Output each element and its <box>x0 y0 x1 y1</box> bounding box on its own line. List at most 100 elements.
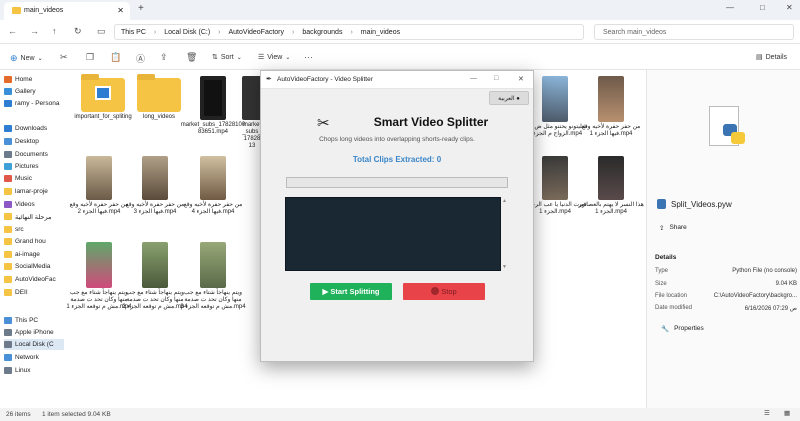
file-item-video[interactable]: هذا النسر لا يهتم بالعصافير الجزء 1.mp4 <box>578 156 644 216</box>
sidebar-item-label: مرحلة النهائية <box>15 213 52 221</box>
breadcrumb-this-pc[interactable]: This PC <box>121 29 146 36</box>
video-thumbnail <box>542 156 568 200</box>
log-output[interactable] <box>285 197 501 271</box>
sidebar-item[interactable]: Downloads <box>4 123 64 134</box>
sidebar-item[interactable]: Network <box>4 352 64 363</box>
breadcrumb-main-videos[interactable]: main_videos <box>361 29 400 36</box>
details-section-title: Details <box>655 254 677 261</box>
sidebar-item-icon <box>4 76 12 83</box>
sidebar-item-label: Pictures <box>15 163 39 170</box>
video-thumbnail <box>86 242 112 288</box>
breadcrumb-backgrounds[interactable]: backgrounds <box>302 29 342 36</box>
sidebar-item-icon <box>4 213 12 220</box>
refresh-icon[interactable]: ↻ <box>74 26 82 37</box>
command-bar: ⊕ New ⌄ ✂ ❐ 📋 Ⓐ ⇪ 🗑 ⇅ Sort ⌄ ☰ View ⌄ ··… <box>0 44 800 70</box>
sidebar-item[interactable]: Desktop <box>4 136 64 147</box>
sidebar-item-label: ramy - Persona <box>15 100 60 107</box>
breadcrumb-autovideofactory[interactable]: AutoVideoFactory <box>229 29 285 36</box>
scroll-up-icon[interactable]: ▲ <box>502 198 507 204</box>
more-options-icon[interactable]: ··· <box>304 52 313 62</box>
tab-label: main_videos <box>24 7 64 14</box>
log-scrollbar[interactable]: ▲ ▼ <box>501 197 509 271</box>
sort-button[interactable]: ⇅ Sort ⌄ <box>212 53 242 62</box>
tab-main-videos[interactable]: main_videos ✕ <box>4 2 130 20</box>
maximize-button[interactable]: □ <box>760 3 765 12</box>
file-item-video[interactable]: market_subs_1782813 <box>242 76 262 150</box>
video-thumbnail <box>142 242 168 288</box>
copy-icon[interactable]: ❐ <box>86 52 94 63</box>
new-tab-button[interactable]: + <box>138 3 144 14</box>
properties-button[interactable]: 🔧 Properties <box>661 325 704 333</box>
rename-icon[interactable]: Ⓐ <box>136 52 145 65</box>
sidebar-item[interactable]: Music <box>4 173 64 184</box>
sidebar-item[interactable]: This PC <box>4 315 64 326</box>
file-item-video[interactable]: ويتم ينهاجأ شتاء مع جب منها وكان تحد ت ص… <box>122 242 188 311</box>
cut-icon[interactable]: ✂ <box>60 52 68 63</box>
sidebar-item-label: Downloads <box>15 125 48 132</box>
search-input[interactable]: Search main_videos <box>594 24 794 40</box>
sidebar-item[interactable]: Home <box>4 74 64 85</box>
sidebar-item[interactable]: DEII <box>4 287 64 298</box>
chevron-right-icon: › <box>292 28 295 36</box>
maximize-button[interactable]: □ <box>494 75 498 82</box>
sidebar-item[interactable]: ramy - Persona <box>4 98 64 109</box>
app-heading: Smart Video Splitter <box>373 115 489 129</box>
document-overlay-icon <box>95 86 111 100</box>
scroll-down-icon[interactable]: ▼ <box>502 264 507 270</box>
file-item-video[interactable]: من حفر حفرة لأخيه وقع فيها الجزء 1.mp4 <box>578 76 644 138</box>
language-toggle-button[interactable]: العربية ● <box>489 91 529 105</box>
breadcrumb-local-disk[interactable]: Local Disk (C:) <box>164 29 210 36</box>
minimize-button[interactable]: — <box>470 75 477 82</box>
sidebar-item[interactable]: Apple iPhone <box>4 327 64 338</box>
list-view-icon[interactable]: ☰ <box>764 409 770 417</box>
close-tab-icon[interactable]: ✕ <box>117 6 124 15</box>
close-button[interactable]: ✕ <box>518 75 524 83</box>
sidebar-item[interactable]: Local Disk (C <box>4 339 64 350</box>
sidebar-item-label: Local Disk (C <box>15 341 54 348</box>
file-item-video[interactable]: market_subs_1782810083651.mp4 <box>180 76 246 136</box>
sidebar-item[interactable]: Grand hou <box>4 236 64 247</box>
start-splitting-button[interactable]: ▶ Start Splitting <box>310 283 392 300</box>
sidebar-item-icon <box>4 251 12 258</box>
back-icon[interactable]: ← <box>8 26 17 36</box>
sidebar-item-icon <box>4 88 12 95</box>
breadcrumb[interactable]: This PC › Local Disk (C:) › AutoVideoFac… <box>114 24 584 40</box>
details-button[interactable]: ▤ Details <box>756 53 787 62</box>
sidebar-item-icon <box>4 329 12 336</box>
sidebar-item-icon <box>4 151 12 158</box>
stop-button[interactable]: Stop <box>403 283 485 300</box>
file-item-video[interactable]: من حفر حفرة لأخيه وقع فيها الجزء 3.mp4 <box>122 156 188 216</box>
sidebar-item[interactable]: lamar-proje <box>4 186 64 197</box>
close-window-button[interactable]: ✕ <box>786 3 793 12</box>
minimize-button[interactable]: — <box>726 3 734 12</box>
up-icon[interactable]: ↑ <box>52 26 57 36</box>
paste-icon[interactable]: 📋 <box>110 52 121 63</box>
sidebar-item-label: Apple iPhone <box>15 329 54 336</box>
detail-row-size: Size 9.04 KB <box>655 281 797 287</box>
sidebar-item-icon <box>4 354 12 361</box>
grid-view-icon[interactable]: ▦ <box>784 409 790 417</box>
sidebar-item-label: Home <box>15 76 33 83</box>
sidebar-item[interactable]: Gallery <box>4 86 64 97</box>
sidebar-item[interactable]: مرحلة النهائية <box>4 211 64 222</box>
delete-icon[interactable]: 🗑 <box>186 52 197 63</box>
share-button[interactable]: ⇪ Share <box>659 224 687 232</box>
sidebar-item[interactable]: Documents <box>4 149 64 160</box>
forward-icon[interactable]: → <box>30 26 39 36</box>
sidebar-item[interactable]: ai-image <box>4 249 64 260</box>
sidebar-item-label: SocialMedia <box>15 263 51 270</box>
scissors-icon: ✂ <box>317 115 330 132</box>
sidebar-item[interactable]: Videos <box>4 199 64 210</box>
view-button[interactable]: ☰ View ⌄ <box>258 53 290 62</box>
file-item-video[interactable]: من حفر حفرة لأخيه وقع فيها الجزء 4.mp4 <box>180 156 246 216</box>
share-icon[interactable]: ⇪ <box>160 52 168 63</box>
new-button[interactable]: ⊕ New ⌄ <box>10 53 43 64</box>
sidebar-item-icon <box>4 289 12 296</box>
sidebar-item[interactable]: Pictures <box>4 161 64 172</box>
sidebar-item[interactable]: src <box>4 224 64 235</box>
sidebar-item[interactable]: SocialMedia <box>4 261 64 272</box>
file-item-video[interactable]: ويتم ينهاجأ شتاء مع جب منها وكان تحد ت ص… <box>180 242 246 311</box>
video-thumbnail <box>598 76 624 122</box>
sidebar-item[interactable]: AutoVideoFac <box>4 274 64 285</box>
sidebar-item[interactable]: Linux <box>4 365 64 376</box>
